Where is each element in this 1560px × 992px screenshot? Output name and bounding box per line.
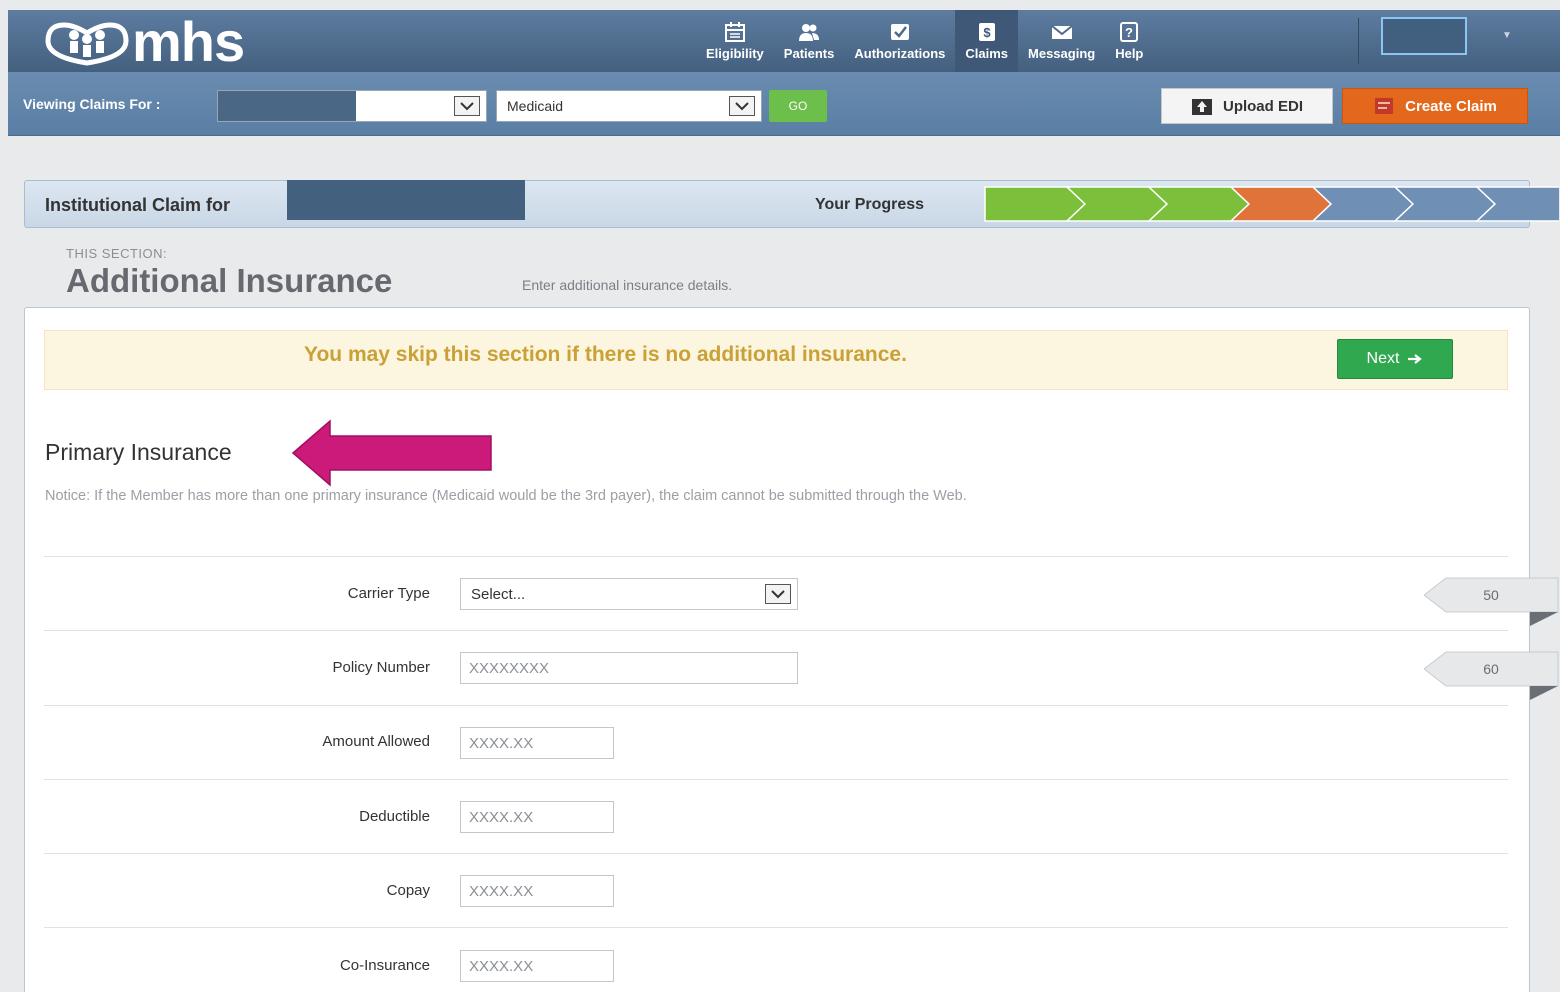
document-add-icon xyxy=(1375,98,1394,114)
nav-label: Claims xyxy=(965,45,1009,61)
nav-eligibility[interactable]: Eligibility xyxy=(696,10,774,72)
nav-claims[interactable]: $ Claims xyxy=(955,10,1019,72)
pointer-arrow-icon xyxy=(291,419,492,487)
chevron-down-icon xyxy=(454,96,480,116)
nav-authorizations[interactable]: Authorizations xyxy=(844,10,955,72)
nav-label: Help xyxy=(1115,45,1144,61)
amount-allowed-label: Amount Allowed xyxy=(322,733,430,750)
progress-steps xyxy=(984,186,1559,222)
question-icon: ? xyxy=(1120,21,1139,42)
deductible-label: Deductible xyxy=(359,808,430,825)
calendar-icon xyxy=(724,21,745,42)
plan-select[interactable]: Medicaid xyxy=(496,90,762,122)
top-nav-bar: mhs Eligibility Patients Authorizations … xyxy=(8,10,1560,72)
upload-edi-button[interactable]: Upload EDI xyxy=(1161,88,1333,124)
co-insurance-label: Co-Insurance xyxy=(339,957,430,974)
char-counter-tag: 50 xyxy=(1424,577,1559,626)
svg-text:?: ? xyxy=(1125,25,1133,40)
nav-messaging[interactable]: Messaging xyxy=(1018,10,1105,72)
mhs-logo[interactable]: mhs xyxy=(44,10,245,73)
copay-label: Copay xyxy=(386,882,430,899)
progress-step-complete xyxy=(984,186,1087,222)
nav-label: Messaging xyxy=(1028,45,1096,61)
check-icon xyxy=(890,23,909,40)
section-description: Enter additional insurance details. xyxy=(522,277,733,293)
char-counter-tag: 60 xyxy=(1424,651,1559,700)
next-button[interactable]: Next xyxy=(1337,339,1453,379)
dollar-icon: $ xyxy=(978,22,995,41)
row-divider xyxy=(44,556,1508,557)
chevron-down-icon[interactable]: ▼ xyxy=(1502,30,1512,41)
section-caption: THIS SECTION: xyxy=(66,246,168,261)
chevron-down-icon xyxy=(729,96,755,116)
row-divider xyxy=(44,705,1508,706)
row-divider xyxy=(44,630,1508,631)
carrier-type-select[interactable]: Select... xyxy=(460,578,798,610)
nav-label: Patients xyxy=(783,45,835,61)
primary-insurance-title: Primary Insurance xyxy=(45,439,232,465)
policy-number-input[interactable]: XXXXXXXX xyxy=(460,652,798,684)
chevron-down-icon xyxy=(765,584,791,604)
claim-title: Institutional Claim for xyxy=(45,195,231,215)
go-button[interactable]: GO xyxy=(769,90,827,122)
skip-notice-text: You may skip this section if there is no… xyxy=(304,343,907,366)
char-counter-value: 60 xyxy=(1483,661,1499,677)
arrow-right-icon xyxy=(1408,354,1423,364)
envelope-icon xyxy=(1050,24,1073,39)
row-divider xyxy=(44,853,1508,854)
nav-help[interactable]: ? Help xyxy=(1105,10,1153,72)
users-icon xyxy=(799,23,820,41)
char-counter-value: 50 xyxy=(1483,587,1499,603)
progress-label: Your Progress xyxy=(815,196,925,213)
svg-text:$: $ xyxy=(983,25,991,40)
redacted-patient-name xyxy=(287,180,525,220)
upload-edi-label: Upload EDI xyxy=(1222,97,1303,115)
policy-number-label: Policy Number xyxy=(332,659,430,676)
plan-select-value: Medicaid xyxy=(507,98,564,114)
carrier-type-label: Carrier Type xyxy=(347,585,430,602)
main-nav: Eligibility Patients Authorizations $ Cl… xyxy=(696,10,1153,72)
upload-icon xyxy=(1191,99,1212,115)
carrier-type-value: Select... xyxy=(471,585,526,603)
primary-insurance-notice: Notice: If the Member has more than one … xyxy=(45,488,967,504)
row-divider xyxy=(44,927,1508,928)
section-title: Additional Insurance xyxy=(66,262,393,299)
copay-input[interactable]: XXXX.XX xyxy=(460,875,614,907)
nav-divider xyxy=(1358,18,1359,64)
nav-label: Eligibility xyxy=(706,45,764,61)
family-logo-icon xyxy=(45,22,129,66)
row-divider xyxy=(44,779,1508,780)
nav-patients[interactable]: Patients xyxy=(774,10,845,72)
create-claim-button[interactable]: Create Claim xyxy=(1342,88,1528,124)
co-insurance-input[interactable]: XXXX.XX xyxy=(460,950,614,982)
claim-header-bar: Institutional Claim for Your Progress xyxy=(24,180,1559,228)
provider-select[interactable] xyxy=(217,90,487,122)
deductible-input[interactable]: XXXX.XX xyxy=(460,801,614,833)
viewing-claims-label: Viewing Claims For : xyxy=(23,96,161,112)
user-menu[interactable] xyxy=(1381,17,1467,55)
logo-text: mhs xyxy=(132,10,245,73)
next-label: Next xyxy=(1366,350,1400,367)
nav-label: Authorizations xyxy=(854,45,946,61)
amount-allowed-input[interactable]: XXXX.XX xyxy=(460,727,614,759)
create-claim-label: Create Claim xyxy=(1405,97,1497,115)
redacted-provider xyxy=(218,91,356,121)
